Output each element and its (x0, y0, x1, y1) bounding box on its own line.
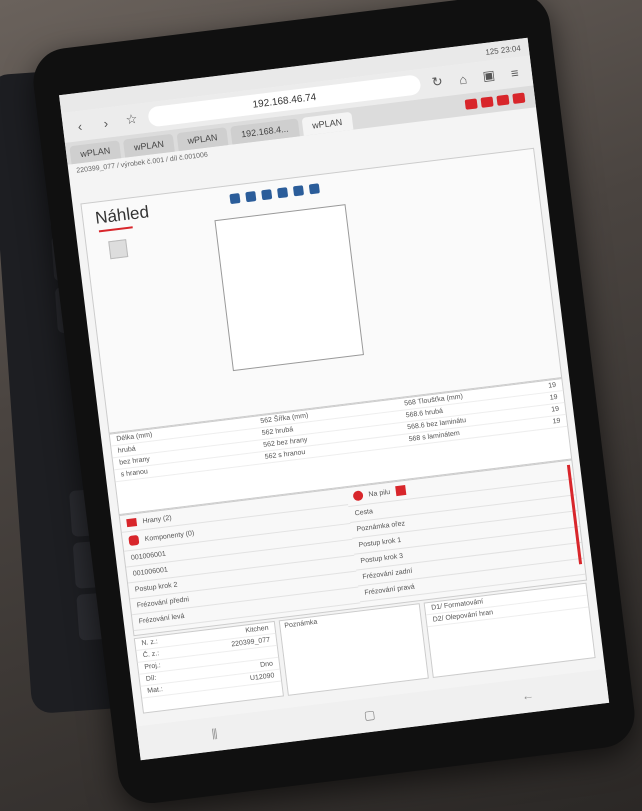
label-icon[interactable] (464, 98, 478, 110)
tab-label: wPLAN (133, 138, 165, 153)
list-item-text: Frézování předni (136, 596, 190, 610)
list-item-text: 001006001 (130, 550, 167, 562)
field-value: Dno (259, 660, 274, 669)
field-label: N. z.: (141, 638, 159, 648)
tablet-device: 125 23:04 ‹ › ☆ 192.168.46.74 ↻ ⌂ ▣ ≡ wP… (29, 0, 639, 807)
checkbox-icon[interactable] (395, 484, 407, 497)
page-title: Náhled (94, 202, 150, 228)
view-icon[interactable] (229, 193, 241, 205)
list-item: Hrany (2) (142, 514, 172, 525)
back-nav-icon[interactable]: ← (521, 688, 535, 703)
field-label: Mat.: (146, 686, 164, 695)
list-item: Cesta (354, 508, 374, 518)
list-item-text: 001006001 (132, 566, 169, 578)
table-cell: 19 (552, 417, 561, 426)
list-item-text: Frézování levá (138, 612, 185, 626)
saw-blade-icon (352, 490, 364, 502)
list-item-text: Postup krok 2 (134, 581, 178, 594)
back-icon[interactable]: ‹ (70, 116, 90, 136)
view-icons (229, 183, 320, 205)
menu-icon[interactable]: ≡ (505, 63, 525, 83)
tabs-icon[interactable]: ▣ (479, 66, 499, 86)
order-info-box: N. z.: Kitchen Č. z.: 220399_077 Proj.: Dí… (133, 620, 284, 714)
recents-icon[interactable]: ⫼ (211, 726, 218, 742)
table-cell: 19 (550, 405, 560, 414)
note-box[interactable]: Poznámka (278, 603, 429, 696)
field-label: Č. z.: (142, 650, 160, 660)
field-value: U12090 (249, 672, 275, 683)
preview-toggle-button[interactable] (108, 239, 129, 260)
list-item: Na pilu (368, 488, 391, 498)
tab-label: wPLAN (311, 117, 343, 131)
field-label: Proj.: (144, 662, 162, 672)
list-item-text: Postup krok 1 (358, 536, 402, 550)
list-item-text: Frézování pravá (364, 583, 416, 597)
list-item-text: Poznámka ořez (356, 520, 406, 534)
list-item: Komponenty (0) (144, 529, 195, 543)
palette-icon[interactable] (496, 94, 510, 106)
features-right: Na pilu Cesta Poznámka ořez Postup krok … (345, 460, 586, 608)
view-icon[interactable] (308, 183, 320, 195)
field-label: Díl: (145, 674, 157, 683)
view-icon[interactable] (261, 189, 273, 201)
view-icon[interactable] (277, 187, 289, 199)
table-cell: 19 (547, 381, 557, 390)
field-value: Kitchen (244, 624, 269, 635)
status-right: 125 23:04 (484, 43, 522, 57)
home-nav-icon[interactable]: ▢ (363, 707, 376, 722)
tab-label: wPLAN (187, 132, 219, 146)
print-icon[interactable] (480, 96, 494, 108)
view-icon[interactable] (245, 191, 257, 203)
field-value (271, 649, 272, 656)
features-left: Hrany (2) Komponenty (0) 001006001 00100… (119, 488, 360, 635)
bookmark-icon[interactable]: ☆ (122, 110, 142, 130)
puzzle-icon (128, 534, 140, 547)
edge-icon (126, 518, 138, 528)
list-item-text: Postup krok 3 (360, 552, 404, 565)
contrast-icon[interactable] (512, 92, 526, 104)
list-item-text: Frézování zadní (362, 567, 413, 581)
home-icon[interactable]: ⌂ (453, 69, 473, 89)
reload-icon[interactable]: ↻ (427, 72, 447, 92)
tab-label: 192.168.4... (240, 123, 290, 140)
table-cell: 19 (549, 393, 558, 402)
board-preview (214, 204, 364, 372)
forward-icon[interactable]: › (96, 113, 116, 133)
view-icon[interactable] (292, 185, 305, 197)
url-text: 192.168.46.74 (251, 91, 317, 111)
tab-label: wPLAN (79, 145, 111, 160)
tablet-screen: 125 23:04 ‹ › ☆ 192.168.46.74 ↻ ⌂ ▣ ≡ wP… (59, 37, 610, 761)
